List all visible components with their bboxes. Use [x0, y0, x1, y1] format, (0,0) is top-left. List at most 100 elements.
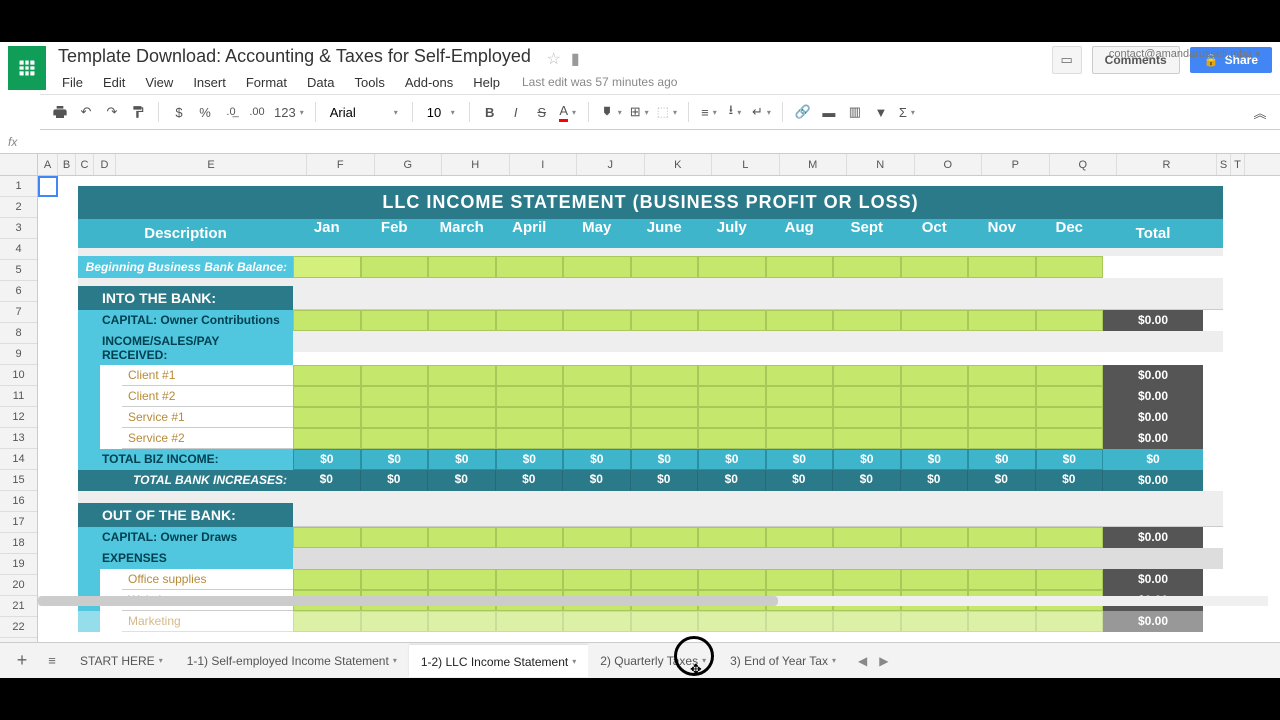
cell[interactable]	[901, 428, 969, 449]
undo-icon[interactable]: ↶	[74, 99, 98, 125]
row-header-5[interactable]: 5	[0, 260, 37, 281]
vertical-align-icon[interactable]: ⭳	[723, 99, 747, 125]
folder-icon[interactable]: ▮	[571, 49, 580, 69]
cell[interactable]	[496, 310, 564, 331]
cell[interactable]	[698, 386, 766, 407]
cell[interactable]	[833, 407, 901, 428]
borders-icon[interactable]: ⊞	[627, 99, 652, 125]
cell[interactable]	[428, 611, 496, 632]
cell[interactable]	[496, 611, 564, 632]
column-header-F[interactable]: F	[307, 154, 375, 175]
column-header-H[interactable]: H	[442, 154, 510, 175]
cell[interactable]	[1036, 310, 1104, 331]
functions-icon[interactable]: Σ	[895, 99, 919, 125]
percent-icon[interactable]: %	[193, 99, 217, 125]
cell[interactable]	[428, 428, 496, 449]
cell[interactable]	[901, 407, 969, 428]
column-header-N[interactable]: N	[847, 154, 915, 175]
cell[interactable]	[293, 407, 361, 428]
sheet-tab[interactable]: 1-2) LLC Income Statement▾	[409, 645, 588, 677]
row-header-6[interactable]: 6	[0, 281, 37, 302]
cell[interactable]	[361, 428, 429, 449]
cell[interactable]: $0	[833, 449, 901, 470]
row-header-14[interactable]: 14	[0, 449, 37, 470]
column-header-K[interactable]: K	[645, 154, 713, 175]
cell[interactable]	[901, 527, 969, 548]
cell[interactable]	[833, 611, 901, 632]
cell[interactable]	[361, 386, 429, 407]
filter-icon[interactable]: ▼	[869, 99, 893, 125]
more-formats-icon[interactable]: 123	[271, 99, 307, 125]
horizontal-scrollbar[interactable]	[38, 596, 1268, 606]
item-label[interactable]: Marketing	[122, 611, 293, 632]
star-icon[interactable]: ☆	[547, 49, 561, 69]
active-cell-a1[interactable]	[38, 176, 58, 197]
row-header-19[interactable]: 19	[0, 554, 37, 575]
item-label[interactable]: Client #2	[122, 386, 293, 407]
cell[interactable]	[901, 386, 969, 407]
cell[interactable]	[766, 256, 834, 278]
font-select[interactable]: Arial	[324, 100, 404, 124]
row-header-22[interactable]: 22	[0, 617, 37, 638]
cell[interactable]	[1036, 428, 1104, 449]
cell[interactable]	[901, 569, 969, 590]
cell[interactable]	[563, 407, 631, 428]
cell[interactable]: $0	[428, 470, 496, 491]
sheet-tab[interactable]: 1-1) Self-employed Income Statement▾	[175, 645, 409, 677]
cell[interactable]: $0	[766, 449, 834, 470]
cell[interactable]	[1036, 527, 1104, 548]
cell[interactable]	[968, 310, 1036, 331]
menu-tools[interactable]: Tools	[346, 73, 392, 92]
cell[interactable]	[833, 569, 901, 590]
cell[interactable]: $0	[698, 449, 766, 470]
cell[interactable]	[293, 386, 361, 407]
cell[interactable]	[293, 527, 361, 548]
column-header-B[interactable]: B	[58, 154, 76, 175]
cell[interactable]	[968, 611, 1036, 632]
chat-icon[interactable]: ▭	[1052, 46, 1082, 74]
cell[interactable]	[1036, 386, 1104, 407]
cell[interactable]: $0	[901, 449, 969, 470]
row-header-16[interactable]: 16	[0, 491, 37, 512]
cell[interactable]	[1036, 569, 1104, 590]
cell[interactable]	[631, 365, 699, 386]
cell[interactable]	[361, 407, 429, 428]
tab-nav-right-icon[interactable]: ▶	[879, 654, 888, 668]
cell[interactable]	[833, 386, 901, 407]
menu-add-ons[interactable]: Add-ons	[397, 73, 461, 92]
cell[interactable]	[361, 256, 429, 278]
menu-edit[interactable]: Edit	[95, 73, 133, 92]
cell[interactable]	[293, 428, 361, 449]
column-header-O[interactable]: O	[915, 154, 983, 175]
menu-data[interactable]: Data	[299, 73, 342, 92]
cell[interactable]	[1036, 256, 1104, 278]
row-header-9[interactable]: 9	[0, 344, 37, 365]
column-header-T[interactable]: T	[1231, 154, 1245, 175]
cell[interactable]	[698, 407, 766, 428]
cell[interactable]: $0	[631, 470, 699, 491]
cell[interactable]	[563, 428, 631, 449]
cell[interactable]	[968, 256, 1036, 278]
cell[interactable]: $0	[563, 449, 631, 470]
column-header-L[interactable]: L	[712, 154, 780, 175]
cell[interactable]	[563, 365, 631, 386]
print-icon[interactable]	[48, 99, 72, 125]
row-header-23[interactable]: 23	[0, 638, 37, 642]
menu-view[interactable]: View	[137, 73, 181, 92]
decrease-decimal-icon[interactable]: .0̲	[219, 99, 243, 125]
chart-icon[interactable]: ▥	[843, 99, 867, 125]
cell[interactable]	[631, 407, 699, 428]
comment-icon[interactable]: ▬	[817, 99, 841, 125]
row-header-2[interactable]: 2	[0, 197, 37, 218]
cell[interactable]	[766, 428, 834, 449]
item-label[interactable]: Client #1	[122, 365, 293, 386]
menu-file[interactable]: File	[54, 73, 91, 92]
italic-icon[interactable]: I	[504, 99, 528, 125]
column-header-A[interactable]: A	[38, 154, 58, 175]
cell[interactable]	[361, 611, 429, 632]
cell[interactable]	[428, 386, 496, 407]
fill-color-icon[interactable]	[597, 99, 625, 125]
cell[interactable]	[631, 428, 699, 449]
user-email[interactable]: contact@amandarussell.mba	[1109, 48, 1260, 60]
cell[interactable]	[563, 310, 631, 331]
